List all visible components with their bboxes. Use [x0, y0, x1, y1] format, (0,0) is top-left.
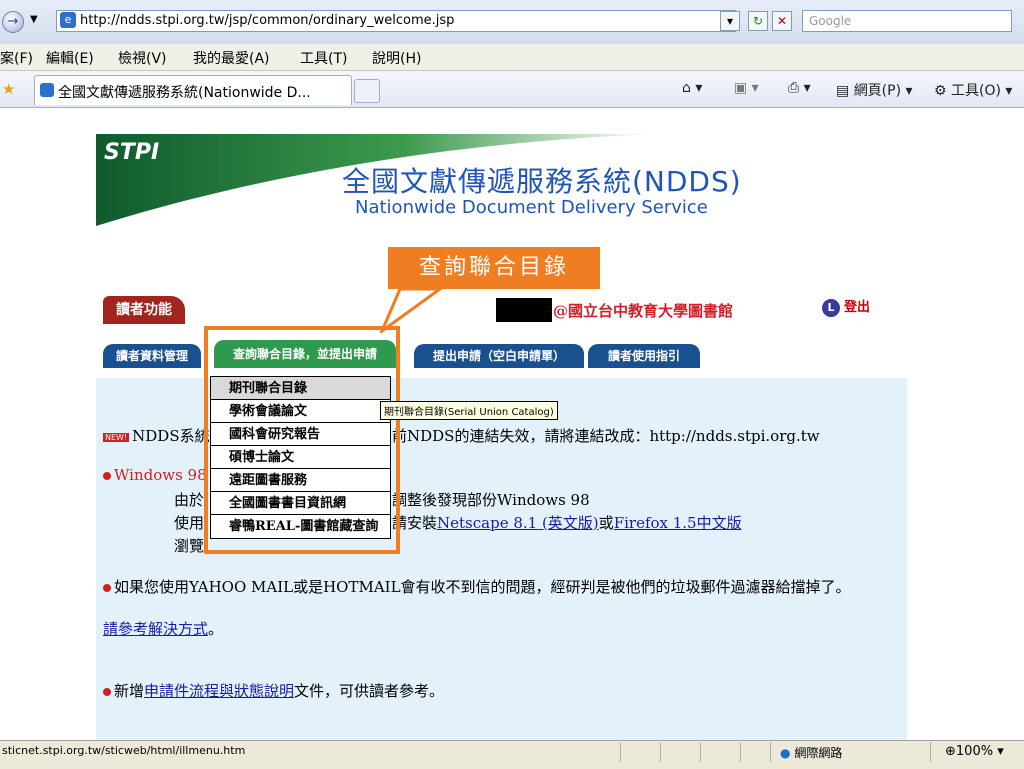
menu-tools[interactable]: 工具(T): [300, 48, 347, 68]
menu-file[interactable]: 案(F): [0, 48, 33, 68]
new-tab-button[interactable]: [354, 79, 380, 103]
menu-item-national-bibliographic[interactable]: 全國圖書書目資訊網: [211, 492, 390, 515]
workflow-doc-link[interactable]: 申請件流程與狀態說明: [144, 682, 294, 700]
status-divider: [660, 742, 661, 762]
tab-title: 全國文獻傳遞服務系統(Nationwide D...: [58, 85, 311, 101]
menu-item-theses[interactable]: 碩博士論文: [211, 446, 390, 469]
notice-3-end: 。: [208, 620, 224, 638]
notice-3: 如果您使用YAHOO MAIL或是HOTMAIL會有收不到信的問題，經研判是被他…: [103, 578, 903, 597]
menu-item-remote-library[interactable]: 遠距圖書服務: [211, 469, 390, 492]
notice-4: 新增申請件流程與狀態說明文件，可供讀者參考。: [103, 680, 444, 701]
tooltip: 期刊聯合目錄(Serial Union Catalog): [380, 401, 558, 420]
logout-label: 登出: [844, 300, 871, 315]
notice-4-post: 文件，可供讀者參考。: [294, 682, 445, 700]
page-menu[interactable]: ▤ 網頁(P) ▾: [836, 80, 913, 100]
notice-4-pre: 新增: [114, 682, 145, 700]
history-dropdown-icon[interactable]: ▼: [30, 14, 38, 25]
callout-label: 查詢聯合目錄: [388, 247, 600, 289]
notice-1: NEW! NDDS系統: [103, 425, 210, 446]
tab-reader-data[interactable]: 讀者資料管理: [103, 344, 201, 368]
forward-button[interactable]: →: [2, 11, 24, 33]
status-divider: [740, 742, 741, 762]
notice-2-line2b: 請安裝Netscape 8.1 (英文版)或Firefox 1.5中文版: [392, 512, 742, 533]
tab-blank-request[interactable]: 提出申請（空白申請單）: [414, 344, 584, 368]
notice-2-line1a: 由於: [174, 491, 205, 509]
menu-favorites[interactable]: 我的最愛(A): [193, 48, 270, 68]
site-title: 全國文獻傳遞服務系統(NDDS): [342, 165, 742, 198]
firefox-link[interactable]: Firefox 1.5中文版: [614, 514, 742, 532]
status-divider: [700, 742, 701, 762]
redacted-username: [496, 298, 552, 322]
tools-menu-label: 工具(O): [951, 83, 1001, 99]
zoom-icon: ⊕: [945, 744, 956, 759]
url-dropdown-icon[interactable]: ▾: [720, 11, 740, 31]
notice-1-text: NDDS系統: [132, 427, 210, 445]
notice-1-continued: 前NDDS的連結失效，請將連結改成：http://ndds.stpi.org.t…: [392, 427, 820, 445]
menu-edit[interactable]: 編輯(E): [46, 48, 94, 68]
menu-item-real-library-search[interactable]: 睿鴨REAL-圖書館藏查詢: [211, 515, 390, 538]
notice-3-link-line: 請參考解決方式。: [103, 618, 223, 639]
site-subtitle: Nationwide Document Delivery Service: [355, 197, 708, 218]
zoom-value: 100%: [955, 744, 994, 759]
library-name: @國立台中教育大學圖書館: [553, 302, 734, 320]
home-icon[interactable]: ⌂ ▾: [682, 80, 702, 96]
menu-help[interactable]: 說明(H): [372, 48, 421, 68]
favorites-star-icon[interactable]: ★: [2, 80, 15, 98]
bullet-icon: [103, 584, 111, 592]
gear-icon: ⚙: [934, 83, 947, 99]
reader-functions-badge: 讀者功能: [103, 296, 185, 324]
logout-link[interactable]: L 登出: [822, 296, 870, 317]
tab-page-icon: [40, 83, 54, 97]
notice-2-heading: Windows 98: [103, 466, 207, 484]
stop-icon[interactable]: ✕: [772, 11, 792, 31]
menu-item-conference-papers[interactable]: 學術會議論文: [211, 400, 390, 423]
tools-menu[interactable]: ⚙ 工具(O) ▾: [934, 80, 1012, 100]
security-zone[interactable]: ● 網際網路: [780, 744, 842, 761]
tab-reader-guide[interactable]: 讀者使用指引: [588, 344, 700, 368]
notice-2-line3: 瀏覽: [174, 537, 205, 555]
page-icon: ▤: [836, 83, 850, 99]
status-divider: [930, 742, 931, 762]
status-divider: [770, 742, 771, 762]
notice-2-heading-text: Windows 98: [114, 466, 207, 484]
refresh-icon[interactable]: ↻: [748, 11, 768, 31]
notice-2-or: 或: [598, 514, 614, 532]
logout-icon: L: [822, 299, 840, 317]
feeds-icon[interactable]: ▣ ▾: [734, 80, 759, 96]
notice-2-line2a: 使用: [174, 514, 205, 532]
search-input[interactable]: Google: [802, 10, 1012, 32]
zone-label: 網際網路: [794, 746, 843, 760]
notice-3-text: 如果您使用YAHOO MAIL或是HOTMAIL會有收不到信的問題，經研判是被他…: [114, 578, 851, 596]
new-badge: NEW!: [103, 432, 130, 442]
zoom-level[interactable]: ⊕100% ▾: [945, 744, 1004, 759]
notice-2-line1b: 調整後發現部份Windows 98: [392, 491, 590, 509]
menu-item-serial-union-catalog[interactable]: 期刊聯合目錄: [211, 377, 390, 400]
page-menu-label: 網頁(P): [853, 83, 902, 99]
solution-link[interactable]: 請參考解決方式: [103, 620, 208, 638]
catalog-dropdown-menu: 期刊聯合目錄 學術會議論文 國科會研究報告 碩博士論文 遠距圖書服務 全國圖書書…: [210, 376, 391, 539]
bullet-icon: [103, 688, 111, 696]
netscape-link[interactable]: Netscape 8.1 (英文版): [437, 514, 599, 532]
menu-view[interactable]: 檢視(V): [118, 48, 167, 68]
print-icon[interactable]: ⎙ ▾: [788, 80, 811, 96]
status-divider: [620, 742, 621, 762]
bullet-icon: [103, 472, 111, 480]
stpi-logo: STPI: [104, 140, 160, 165]
ie-page-icon: e: [60, 12, 76, 28]
status-text: sticnet.stpi.org.tw/sticweb/html/illmenu…: [2, 744, 246, 757]
url-text: http://ndds.stpi.org.tw/jsp/common/ordin…: [80, 13, 455, 28]
menu-item-nsc-reports[interactable]: 國科會研究報告: [211, 423, 390, 446]
globe-icon: ●: [780, 746, 791, 760]
